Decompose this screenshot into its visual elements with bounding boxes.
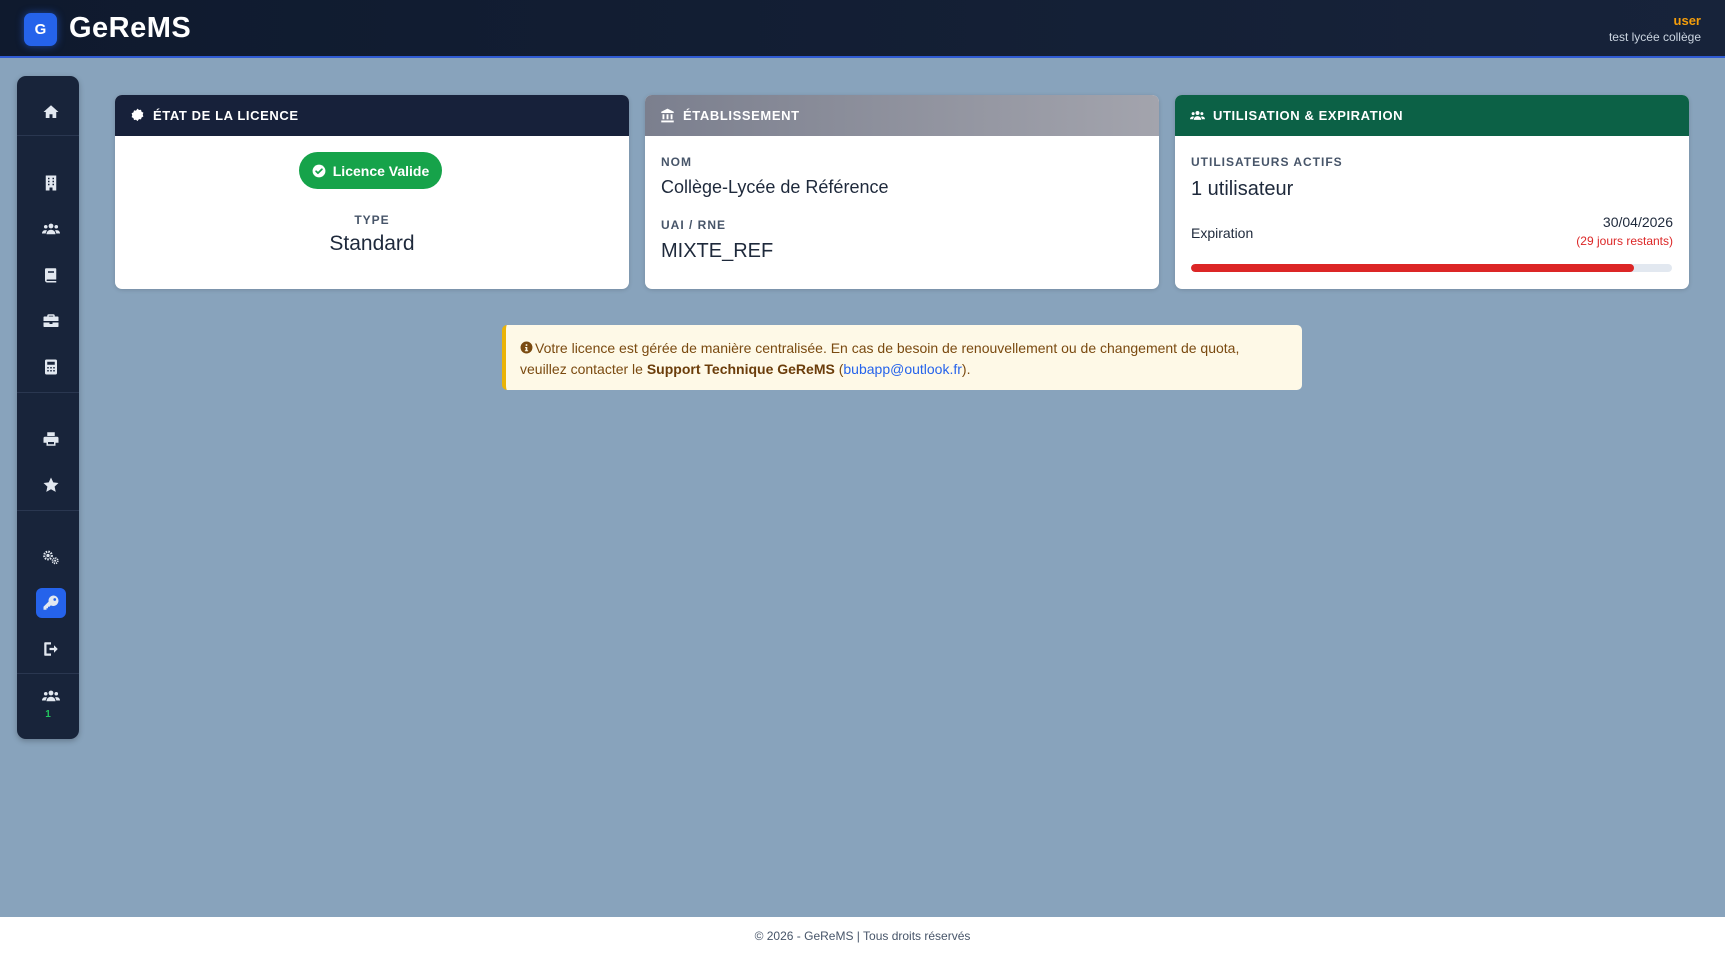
school-name-label: NOM	[661, 155, 692, 169]
sidebar-item-books[interactable]	[36, 260, 66, 290]
support-email-link[interactable]: bubapp@outlook.fr	[843, 361, 962, 377]
license-type-value: Standard	[329, 232, 415, 255]
check-circle-icon	[312, 164, 326, 177]
sidebar-item-users[interactable]	[36, 214, 66, 244]
expiration-label: Expiration	[1191, 225, 1254, 241]
usage-expiration-card: UTILISATION & EXPIRATION UTILISATEURS AC…	[1175, 95, 1689, 289]
sidebar: 1	[17, 76, 79, 739]
active-users-value: 1 utilisateur	[1191, 178, 1294, 200]
logout-icon	[44, 642, 58, 656]
sidebar-item-print[interactable]	[36, 424, 66, 454]
calculator-icon	[45, 359, 57, 375]
license-notice: Votre licence est gérée de manière centr…	[502, 325, 1302, 390]
sidebar-item-favorites[interactable]	[36, 470, 66, 500]
establishment-card: ÉTABLISSEMENT NOM Collège-Lycée de Référ…	[645, 95, 1159, 289]
users-icon	[42, 690, 60, 702]
expiration-progress-bar	[1191, 264, 1672, 272]
top-bar: G GeReMS user test lycée collège	[0, 0, 1725, 58]
star-icon	[43, 477, 59, 492]
license-status-badge: Licence Valide	[299, 152, 442, 189]
printer-icon	[43, 432, 59, 446]
card-title: ÉTABLISSEMENT	[683, 108, 800, 123]
license-status-card: ÉTAT DE LA LICENCE Licence Valide TYPE S…	[115, 95, 629, 289]
info-icon	[520, 341, 533, 354]
card-header: UTILISATION & EXPIRATION	[1175, 95, 1689, 136]
school-name-value: Collège-Lycée de Référence	[661, 177, 889, 197]
expiration-date: 30/04/2026	[1602, 214, 1673, 230]
card-title: ÉTAT DE LA LICENCE	[153, 108, 299, 123]
user-name: user	[1673, 13, 1701, 28]
sidebar-item-logout[interactable]	[36, 634, 66, 664]
license-type-label: TYPE	[354, 213, 390, 227]
sidebar-item-settings[interactable]	[36, 542, 66, 572]
online-users-count: 1	[45, 709, 51, 720]
sidebar-divider	[17, 392, 79, 393]
institution-icon	[661, 108, 674, 123]
days-remaining: (29 jours restants)	[1576, 234, 1673, 248]
certificate-icon	[131, 108, 144, 122]
sidebar-item-license[interactable]	[36, 588, 66, 618]
building-icon	[45, 175, 57, 191]
briefcase-icon	[43, 314, 59, 327]
uai-label: UAI / RNE	[661, 218, 727, 232]
sidebar-item-establishment[interactable]	[36, 168, 66, 198]
home-icon	[43, 105, 59, 118]
footer: © 2026 - GeReMS | Tous droits réservés	[0, 917, 1725, 954]
cogs-icon	[43, 550, 59, 565]
uai-value: MIXTE_REF	[661, 240, 774, 262]
card-header: ÉTAT DE LA LICENCE	[115, 95, 629, 136]
sidebar-divider	[17, 135, 79, 136]
sidebar-item-calculator[interactable]	[36, 352, 66, 382]
app-logo[interactable]: G	[24, 13, 57, 46]
footer-text: © 2026 - GeReMS | Tous droits réservés	[754, 928, 971, 943]
notice-paren-close: ).	[961, 361, 971, 377]
book-icon	[44, 268, 57, 283]
online-users-indicator[interactable]	[36, 681, 66, 711]
card-title: UTILISATION & EXPIRATION	[1213, 108, 1404, 123]
sidebar-divider	[17, 673, 79, 674]
card-header: ÉTABLISSEMENT	[645, 95, 1159, 136]
users-icon	[42, 223, 60, 235]
support-name: Support Technique GeReMS	[646, 361, 835, 377]
user-school: test lycée collège	[1608, 30, 1701, 44]
active-users-label: UTILISATEURS ACTIFS	[1191, 155, 1343, 169]
expiration-progress-fill	[1191, 264, 1634, 272]
sidebar-divider	[17, 510, 79, 511]
key-icon	[43, 595, 59, 610]
users-icon	[1190, 111, 1205, 120]
user-menu[interactable]: user test lycée collège	[1609, 13, 1701, 44]
license-status-text: Licence Valide	[332, 162, 430, 179]
sidebar-item-home[interactable]	[36, 97, 66, 127]
app-title[interactable]: GeReMS	[69, 12, 191, 45]
sidebar-item-briefcase[interactable]	[36, 306, 66, 336]
